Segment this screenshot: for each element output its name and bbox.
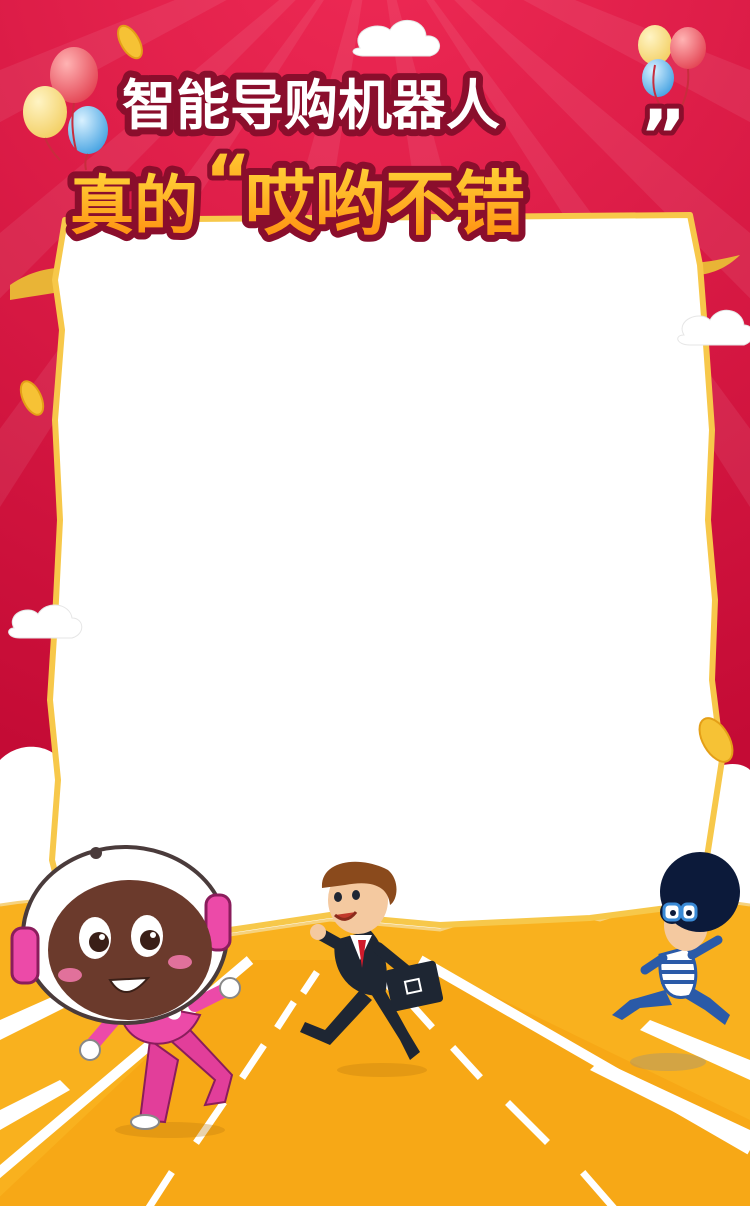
close-quote: ” [640,95,686,177]
poster-artwork: 智能导购机器人 真的 “ 哎哟不错 ” [0,0,750,1206]
headline-prefix: 真的 [70,170,198,244]
headline-line1: 智能导购机器人 [122,74,500,137]
headline-quoted: 哎哟不错 [245,163,525,245]
poster: 智能导购机器人 真的 “ 哎哟不错 ” [0,0,750,1206]
white-card [47,212,725,933]
